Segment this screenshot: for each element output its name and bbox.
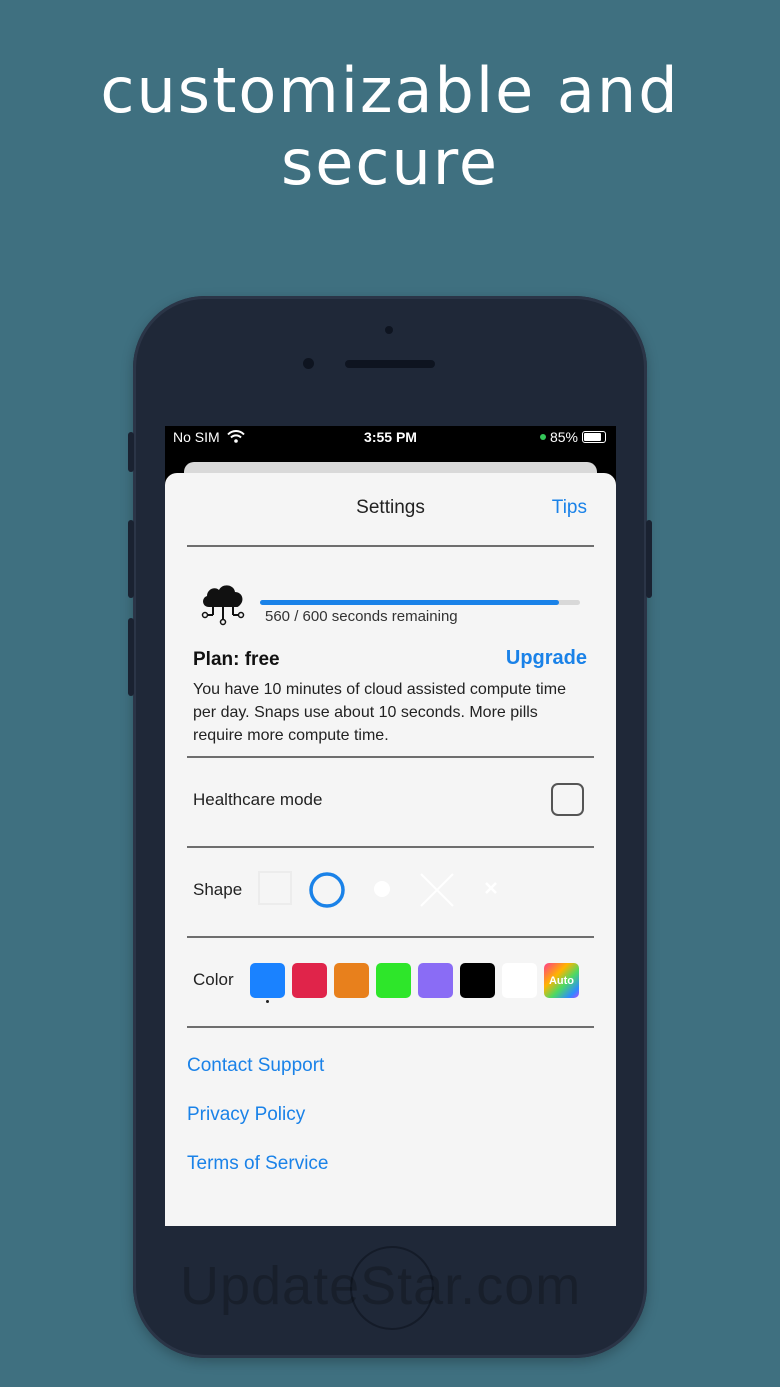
headline: customizable and secure <box>0 55 780 199</box>
divider <box>187 1026 594 1028</box>
shape-circle-option[interactable] <box>308 871 346 914</box>
mute-switch <box>128 432 134 472</box>
terms-of-service-link[interactable]: Terms of Service <box>187 1153 328 1175</box>
usage-text: 560 / 600 seconds remaining <box>265 608 458 625</box>
earpiece-speaker <box>345 360 435 368</box>
cloud-compute-icon <box>201 585 245 626</box>
status-bar: No SIM 3:55 PM 85% <box>165 426 616 448</box>
upgrade-button[interactable]: Upgrade <box>506 647 587 670</box>
privacy-policy-link[interactable]: Privacy Policy <box>187 1104 305 1126</box>
usage-progress-bar <box>260 600 580 605</box>
headline-line-1: customizable and <box>100 54 680 127</box>
dot-icon <box>374 881 390 897</box>
shape-cross-option[interactable] <box>418 871 456 914</box>
color-swatch-blue[interactable] <box>250 963 285 998</box>
shape-dot-option[interactable] <box>370 871 404 910</box>
volume-down-button <box>128 618 134 696</box>
square-icon <box>258 871 292 905</box>
settings-sheet: Settings Tips 560 / 600 seconds remainin… <box>165 473 616 1226</box>
color-swatch-orange[interactable] <box>334 963 369 998</box>
color-swatch-auto[interactable]: Auto <box>544 963 579 998</box>
headline-line-2: secure <box>280 126 500 199</box>
color-label: Color <box>193 970 234 989</box>
volume-up-button <box>128 520 134 598</box>
color-swatch-purple[interactable] <box>418 963 453 998</box>
divider <box>187 756 594 758</box>
color-swatch-black[interactable] <box>460 963 495 998</box>
battery-status: 85% <box>539 429 606 445</box>
circle-icon <box>309 872 345 908</box>
auto-label: Auto <box>548 974 575 987</box>
color-swatch-red[interactable] <box>292 963 327 998</box>
plan-label: Plan: free <box>193 649 280 670</box>
shape-square-option[interactable] <box>258 871 292 910</box>
small-cross-icon <box>485 882 497 894</box>
power-button <box>646 520 652 598</box>
page-title: Settings <box>356 497 425 518</box>
divider <box>187 936 594 938</box>
divider <box>187 846 594 848</box>
usage-progress-fill <box>260 600 559 605</box>
tips-button[interactable]: Tips <box>552 497 587 519</box>
front-camera <box>303 358 314 369</box>
divider <box>187 545 594 547</box>
mic-indicator-icon <box>539 434 546 440</box>
battery-icon <box>582 431 606 443</box>
shape-label: Shape <box>193 880 243 899</box>
watermark: UpdateStar.com <box>180 1256 582 1316</box>
phone-screen: No SIM 3:55 PM 85% Settings Tips 560 / 6… <box>165 426 616 1226</box>
proximity-sensor <box>385 326 393 334</box>
healthcare-mode-checkbox[interactable] <box>551 783 584 816</box>
healthcare-mode-label: Healthcare mode <box>193 790 323 809</box>
battery-percent: 85% <box>549 429 578 445</box>
plan-description: You have 10 minutes of cloud assisted co… <box>193 681 566 744</box>
shape-small-cross-option[interactable] <box>478 871 512 910</box>
color-swatch-white[interactable] <box>502 963 537 998</box>
cross-icon <box>420 873 454 907</box>
color-swatch-green[interactable] <box>376 963 411 998</box>
contact-support-link[interactable]: Contact Support <box>187 1055 324 1077</box>
selected-color-indicator <box>266 1000 269 1003</box>
